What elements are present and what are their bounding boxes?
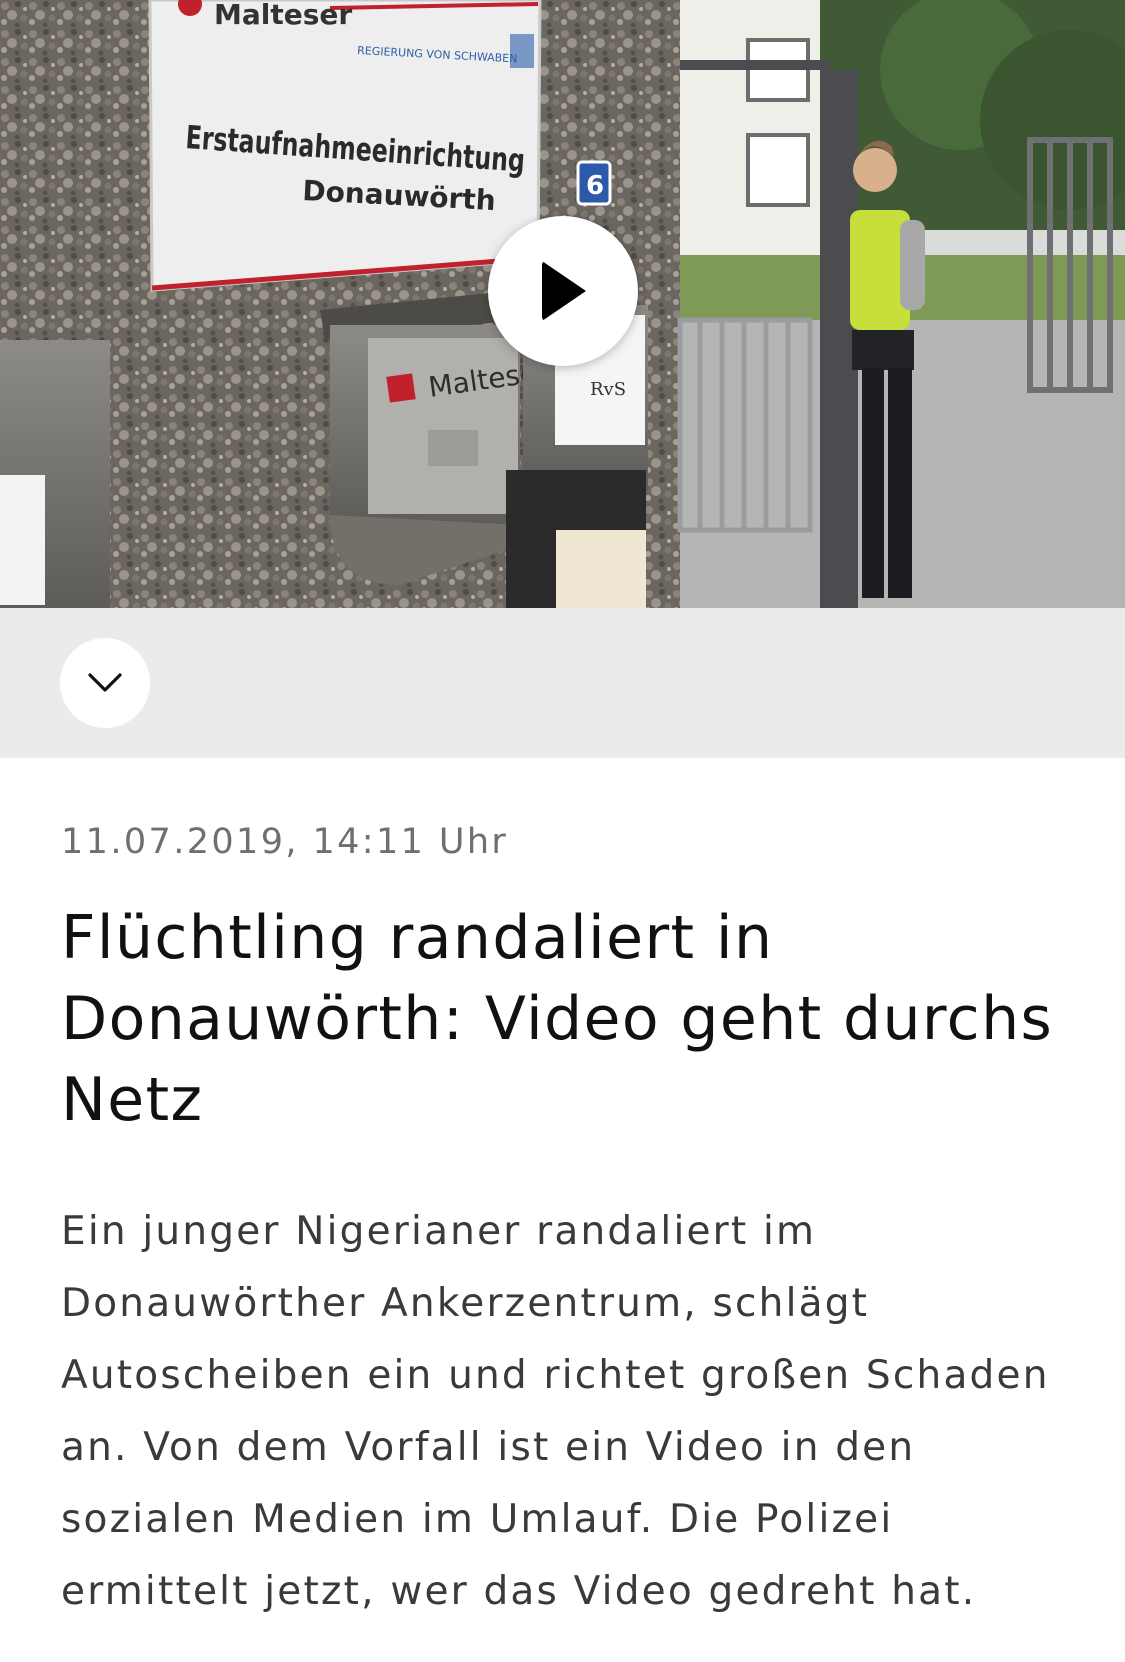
article-dateline: 11.07.2019, 14:11 Uhr bbox=[61, 822, 509, 862]
play-button[interactable] bbox=[488, 216, 638, 366]
video-player[interactable]: Malteser REGIERUNG VON SCHWABEN Erstaufn… bbox=[0, 0, 1125, 608]
article-teaser: Ein junger Nigerianer randaliert im Dona… bbox=[61, 1209, 1050, 1614]
article-headline: Flüchtling randaliert in Donauwörth: Vid… bbox=[61, 903, 1054, 1135]
chevron-down-icon bbox=[88, 673, 122, 692]
house-number: 6 bbox=[586, 171, 604, 201]
expand-caption-button[interactable] bbox=[60, 638, 150, 728]
mailbox-label-text: RvS bbox=[590, 379, 626, 400]
play-icon bbox=[542, 261, 586, 321]
sign-brand-text: Malteser bbox=[214, 0, 352, 31]
video-caption-bar bbox=[0, 608, 1125, 758]
